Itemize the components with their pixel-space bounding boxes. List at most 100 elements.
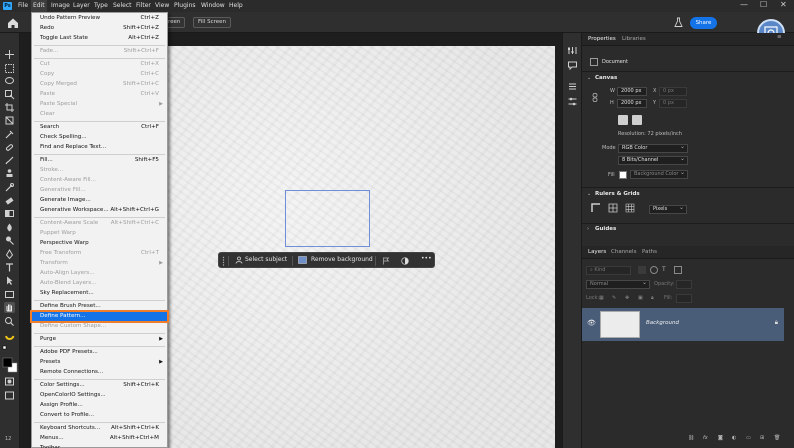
menu-item-menus[interactable]: Menus... Alt+Shift+Ctrl+M (32, 434, 167, 443)
menu-item-auto-align-layers[interactable]: Auto-Align Layers... (32, 269, 167, 278)
frame-tool-icon[interactable] (4, 115, 15, 126)
new-layer-icon[interactable]: ⊞ (760, 435, 764, 441)
fill-screen-button[interactable]: Fill Screen (193, 17, 232, 28)
path-selection-icon[interactable] (4, 275, 15, 286)
menu-item-remote-connections[interactable]: Remote Connections... (32, 368, 167, 377)
menu-layer[interactable]: Layer (73, 2, 90, 9)
link-layers-icon[interactable]: ⛓︎ (688, 435, 694, 441)
remove-background-button[interactable]: Remove background (311, 256, 373, 263)
menu-item-clear[interactable]: Clear (32, 110, 167, 119)
layer-filter-kind[interactable]: ⌕ Kind (586, 266, 631, 275)
menu-item-generate-image[interactable]: Generate Image... (32, 196, 167, 205)
adjustment-layer-icon[interactable]: ◐ (732, 435, 736, 441)
adjustment-icon[interactable] (401, 257, 409, 265)
width-field[interactable]: 2000 px (617, 87, 647, 96)
menu-item-content-aware-scale[interactable]: Content-Aware Scale Alt+Shift+Ctrl+C (32, 219, 167, 228)
menu-item-fade[interactable]: Fade... Shift+Ctrl+F (32, 47, 167, 56)
menu-item-content-aware-fill[interactable]: Content-Aware Fill... (32, 176, 167, 185)
marquee-selection[interactable] (285, 190, 370, 247)
chevron-down-icon[interactable]: ⌄ (587, 191, 591, 197)
menu-image[interactable]: Image (51, 2, 70, 9)
height-field[interactable]: 2000 px (617, 99, 647, 108)
layer-row[interactable]: 👁︎ Background 🔒︎ (582, 308, 784, 341)
quick-mask-icon[interactable] (4, 376, 15, 387)
brush-tool-icon[interactable] (4, 155, 15, 166)
fill-opacity-field[interactable] (676, 294, 692, 303)
document-canvas[interactable] (168, 46, 555, 448)
pen-tool-icon[interactable] (4, 249, 15, 260)
units-dropdown[interactable]: Pixels (649, 204, 687, 214)
menu-item-define-brush-preset[interactable]: Define Brush Preset... (32, 302, 167, 311)
marquee-tool-icon[interactable] (4, 63, 15, 74)
crop-tool-icon[interactable] (4, 102, 15, 113)
opacity-field[interactable] (676, 280, 692, 289)
portrait-orientation-icon[interactable] (618, 115, 628, 125)
menu-item-keyboard-shortcuts[interactable]: Keyboard Shortcuts... Alt+Shift+Ctrl+K (32, 424, 167, 433)
drag-handle-icon[interactable] (222, 256, 225, 266)
menu-item-sky-replacement[interactable]: Sky Replacement... (32, 289, 167, 298)
blend-mode-dropdown[interactable]: Normal (586, 279, 650, 289)
tab-layers[interactable]: Layers (588, 249, 606, 255)
delete-layer-icon[interactable]: 🗑︎ (774, 435, 780, 441)
menu-item-search[interactable]: Search Ctrl+F (32, 123, 167, 132)
clone-stamp-icon[interactable] (4, 168, 15, 179)
lock-artboard-icon[interactable]: ▣ (638, 295, 643, 301)
more-options-button[interactable]: ••• (421, 255, 432, 262)
tab-libraries[interactable]: Libraries (622, 36, 646, 42)
flask-icon[interactable] (673, 17, 684, 28)
type-tool-icon[interactable] (4, 262, 15, 273)
menu-item-find-and-replace-text[interactable]: Find and Replace Text... (32, 143, 167, 152)
maximize-button[interactable]: ☐ (760, 0, 767, 9)
blur-tool-icon[interactable] (4, 222, 15, 233)
comments-panel-icon[interactable] (567, 60, 578, 71)
menu-item-free-transform[interactable]: Free Transform Ctrl+T (32, 249, 167, 258)
ruler-icon[interactable] (591, 203, 601, 213)
menu-item-convert-to-profile[interactable]: Convert to Profile... (32, 411, 167, 420)
menu-filter[interactable]: Filter (136, 2, 151, 9)
object-selection-tool-icon[interactable] (4, 89, 15, 100)
screen-mode-icon[interactable] (4, 390, 15, 401)
layer-style-icon[interactable]: fx (703, 435, 708, 441)
menu-item-paste[interactable]: Paste Ctrl+V (32, 90, 167, 99)
fill-dropdown[interactable]: Background Color (630, 169, 688, 179)
menu-item-define-custom-shape[interactable]: Define Custom Shape... (32, 322, 167, 331)
menu-item-generative-workspace[interactable]: Generative Workspace... Alt+Shift+Ctrl+G (32, 206, 167, 215)
menu-item-copy-merged[interactable]: Copy Merged Shift+Ctrl+C (32, 80, 167, 89)
lasso-tool-icon[interactable] (4, 76, 15, 87)
menu-item-redo[interactable]: Redo Shift+Ctrl+Z (32, 24, 167, 33)
menu-item-transform[interactable]: Transform ▶ (32, 259, 167, 268)
layer-name[interactable]: Background (646, 320, 679, 326)
landscape-orientation-icon[interactable] (632, 115, 642, 125)
menu-item-paste-special[interactable]: Paste Special ▶ (32, 100, 167, 109)
menu-item-define-pattern[interactable]: Define Pattern... (30, 309, 169, 323)
group-icon[interactable]: ▭ (746, 435, 751, 441)
history-brush-icon[interactable] (4, 182, 15, 193)
x-field[interactable]: 0 px (659, 87, 687, 96)
menu-item-check-spelling[interactable]: Check Spelling... (32, 133, 167, 142)
eraser-tool-icon[interactable] (4, 195, 15, 206)
swap-colors-icon[interactable] (2, 345, 13, 356)
chevron-down-icon[interactable]: ⌄ (587, 75, 591, 81)
menu-item-fill[interactable]: Fill... Shift+F5 (32, 156, 167, 165)
chevron-right-icon[interactable]: › (587, 226, 589, 232)
lock-position-icon[interactable]: ✥ (625, 295, 629, 301)
filter-shape-icon[interactable] (674, 266, 682, 274)
lock-pixels-icon[interactable]: ✎ (612, 295, 616, 301)
menu-item-generative-fill[interactable]: Generative Fill... (32, 186, 167, 195)
menu-help[interactable]: Help (229, 2, 243, 9)
menu-view[interactable]: View (155, 2, 169, 9)
layer-comps-icon[interactable] (567, 81, 578, 92)
menu-item-copy[interactable]: Copy Ctrl+C (32, 70, 167, 79)
lock-all-icon[interactable]: 🔒︎ (651, 295, 654, 301)
menu-type[interactable]: Type (94, 2, 108, 9)
layer-mask-icon[interactable]: ◙ (718, 435, 723, 441)
lock-transparency-icon[interactable]: ▦ (599, 295, 604, 301)
menu-item-stroke[interactable]: Stroke... (32, 166, 167, 175)
zoom-tool-icon[interactable] (4, 316, 15, 327)
menu-item-puppet-warp[interactable]: Puppet Warp (32, 229, 167, 238)
mode-dropdown[interactable]: RGB Color (618, 143, 688, 153)
menu-item-adobe-pdf-presets[interactable]: Adobe PDF Presets... (32, 348, 167, 357)
menu-item-opencolorio-settings[interactable]: OpenColorIO Settings... (32, 391, 167, 400)
flag-icon[interactable] (382, 257, 390, 265)
eyedropper-tool-icon[interactable] (4, 129, 15, 140)
